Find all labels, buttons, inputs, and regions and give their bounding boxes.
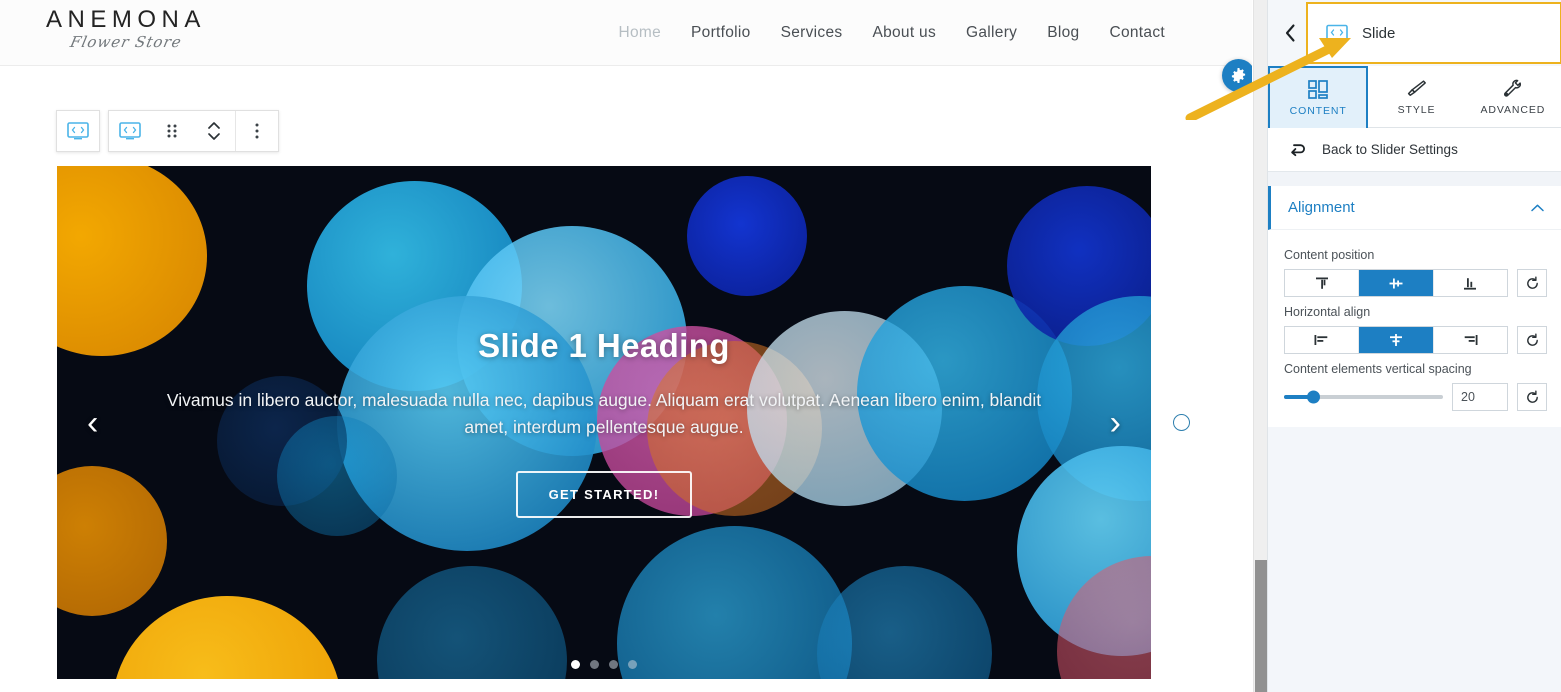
panel-tabs: CONTENT STYLE ADVANCED [1268, 66, 1561, 128]
content-position-label: Content position [1284, 248, 1375, 262]
panel-header: Slide [1268, 0, 1561, 66]
move-up-down-icon [208, 122, 220, 140]
content-position-control [1284, 269, 1547, 297]
tab-content-label: CONTENT [1289, 105, 1347, 117]
back-to-slider-settings-button[interactable]: Back to Slider Settings [1268, 128, 1561, 172]
toolbar-group-actions [108, 110, 279, 152]
tab-content[interactable]: CONTENT [1268, 66, 1369, 128]
section-alignment: Alignment Content position Horizontal al… [1268, 186, 1561, 427]
more-vertical-icon [255, 123, 259, 139]
slide-icon [119, 122, 141, 140]
horizontal-align-left-button[interactable] [1285, 327, 1360, 353]
slider-next-arrow[interactable]: › [1110, 406, 1121, 440]
chevron-left-icon [1285, 24, 1295, 42]
reset-icon [1526, 333, 1538, 346]
nav-item-portfolio[interactable]: Portfolio [689, 20, 753, 46]
get-started-button[interactable]: GET STARTED! [515, 470, 693, 518]
page-preview: ANEMONA Flower Store Home Portfolio Serv… [0, 0, 1252, 692]
panel-scrollbar-thumb[interactable] [1255, 560, 1267, 692]
slide-heading[interactable]: Slide 1 Heading [478, 327, 730, 365]
slider-stage[interactable]: Slide 1 Heading Vivamus in libero auctor… [57, 166, 1151, 679]
reset-icon [1526, 276, 1538, 289]
section-alignment-header[interactable]: Alignment [1268, 186, 1561, 230]
slide-icon [67, 122, 89, 140]
nav-item-services[interactable]: Services [779, 20, 845, 46]
tab-advanced[interactable]: ADVANCED [1464, 66, 1561, 128]
horizontal-align-right-button[interactable] [1434, 327, 1507, 353]
slider-thumb[interactable] [1306, 390, 1320, 404]
slide-select-button[interactable] [57, 111, 99, 151]
logo-secondary-text: Flower Store [68, 33, 184, 51]
align-right-icon [1465, 335, 1478, 345]
section-alignment-title: Alignment [1288, 199, 1355, 216]
panel-scrollbar-track[interactable] [1253, 0, 1267, 692]
horizontal-align-control [1284, 326, 1547, 354]
paintbrush-icon [1407, 79, 1426, 96]
horizontal-align-label: Horizontal align [1284, 305, 1371, 319]
align-center-icon [1389, 334, 1402, 346]
align-left-icon [1314, 335, 1327, 345]
element-toolbar [56, 110, 279, 152]
content-position-bottom-button[interactable] [1434, 270, 1507, 296]
horizontal-align-segmented [1284, 326, 1508, 354]
slider-track [1284, 390, 1443, 404]
reset-icon [1526, 390, 1538, 403]
settings-gear-button[interactable] [1222, 59, 1252, 92]
vertical-spacing-label: Content elements vertical spacing [1284, 362, 1472, 376]
drag-handle-icon [167, 124, 177, 138]
gear-icon [1231, 68, 1246, 83]
back-to-slider-settings-label: Back to Slider Settings [1322, 142, 1458, 157]
pagination-dot[interactable] [590, 660, 599, 669]
section-alignment-body: Content position Horizontal align Conten… [1268, 230, 1561, 427]
content-position-segmented [1284, 269, 1508, 297]
slide-description[interactable]: Vivamus in libero auctor, malesuada null… [167, 387, 1042, 440]
panel-title: Slide [1362, 24, 1396, 42]
horizontal-align-center-button[interactable] [1359, 327, 1434, 353]
screen-root: ANEMONA Flower Store Home Portfolio Serv… [0, 0, 1561, 692]
resize-handle-icon[interactable] [1173, 414, 1190, 431]
content-position-middle-button[interactable] [1359, 270, 1434, 296]
pagination-dot[interactable] [609, 660, 618, 669]
widget-select-button[interactable] [109, 111, 151, 151]
settings-panel: Slide CONTENT STYLE ADVANCED Back to Sli… [1267, 0, 1561, 692]
tab-style[interactable]: STYLE [1368, 66, 1465, 128]
nav-item-gallery[interactable]: Gallery [964, 20, 1019, 46]
toolbar-group-slide [56, 110, 100, 152]
layout-blocks-icon [1308, 80, 1329, 99]
vertical-spacing-reset-button[interactable] [1517, 383, 1547, 411]
nav-item-about-us[interactable]: About us [870, 20, 938, 46]
align-top-icon [1315, 277, 1328, 289]
vertical-spacing-input[interactable] [1452, 383, 1508, 411]
site-logo[interactable]: ANEMONA Flower Store [46, 6, 206, 52]
nav-item-home[interactable]: Home [616, 20, 663, 46]
more-options-button[interactable] [236, 111, 278, 151]
panel-title-highlight[interactable]: Slide [1306, 2, 1561, 64]
move-up-down-button[interactable] [193, 111, 235, 151]
horizontal-align-reset-button[interactable] [1517, 326, 1547, 354]
slide-content: Slide 1 Heading Vivamus in libero auctor… [57, 166, 1151, 679]
tab-style-label: STYLE [1397, 103, 1436, 116]
slider-prev-arrow[interactable]: ‹ [87, 406, 98, 440]
logo-primary-text: ANEMONA [46, 6, 206, 33]
chevron-up-icon [1531, 204, 1544, 211]
vertical-spacing-slider[interactable] [1284, 383, 1443, 411]
content-position-top-button[interactable] [1285, 270, 1360, 296]
slide-icon [1326, 24, 1348, 42]
content-position-reset-button[interactable] [1517, 269, 1547, 297]
pagination-dot[interactable] [628, 660, 637, 669]
slider-pagination [57, 660, 1151, 669]
nav-item-contact[interactable]: Contact [1107, 20, 1167, 46]
vertical-spacing-control [1284, 383, 1547, 411]
panel-spacer [1268, 172, 1561, 186]
tab-advanced-label: ADVANCED [1480, 103, 1546, 116]
wrench-icon [1504, 79, 1522, 97]
drag-handle-button[interactable] [151, 111, 193, 151]
align-bottom-icon [1464, 277, 1477, 290]
pagination-dot[interactable] [571, 660, 580, 669]
site-header: ANEMONA Flower Store Home Portfolio Serv… [0, 0, 1252, 66]
align-middle-icon [1389, 278, 1403, 288]
return-arrow-icon [1291, 143, 1305, 156]
nav-item-blog[interactable]: Blog [1045, 20, 1081, 46]
main-navigation: Home Portfolio Services About us Gallery… [616, 0, 1167, 66]
